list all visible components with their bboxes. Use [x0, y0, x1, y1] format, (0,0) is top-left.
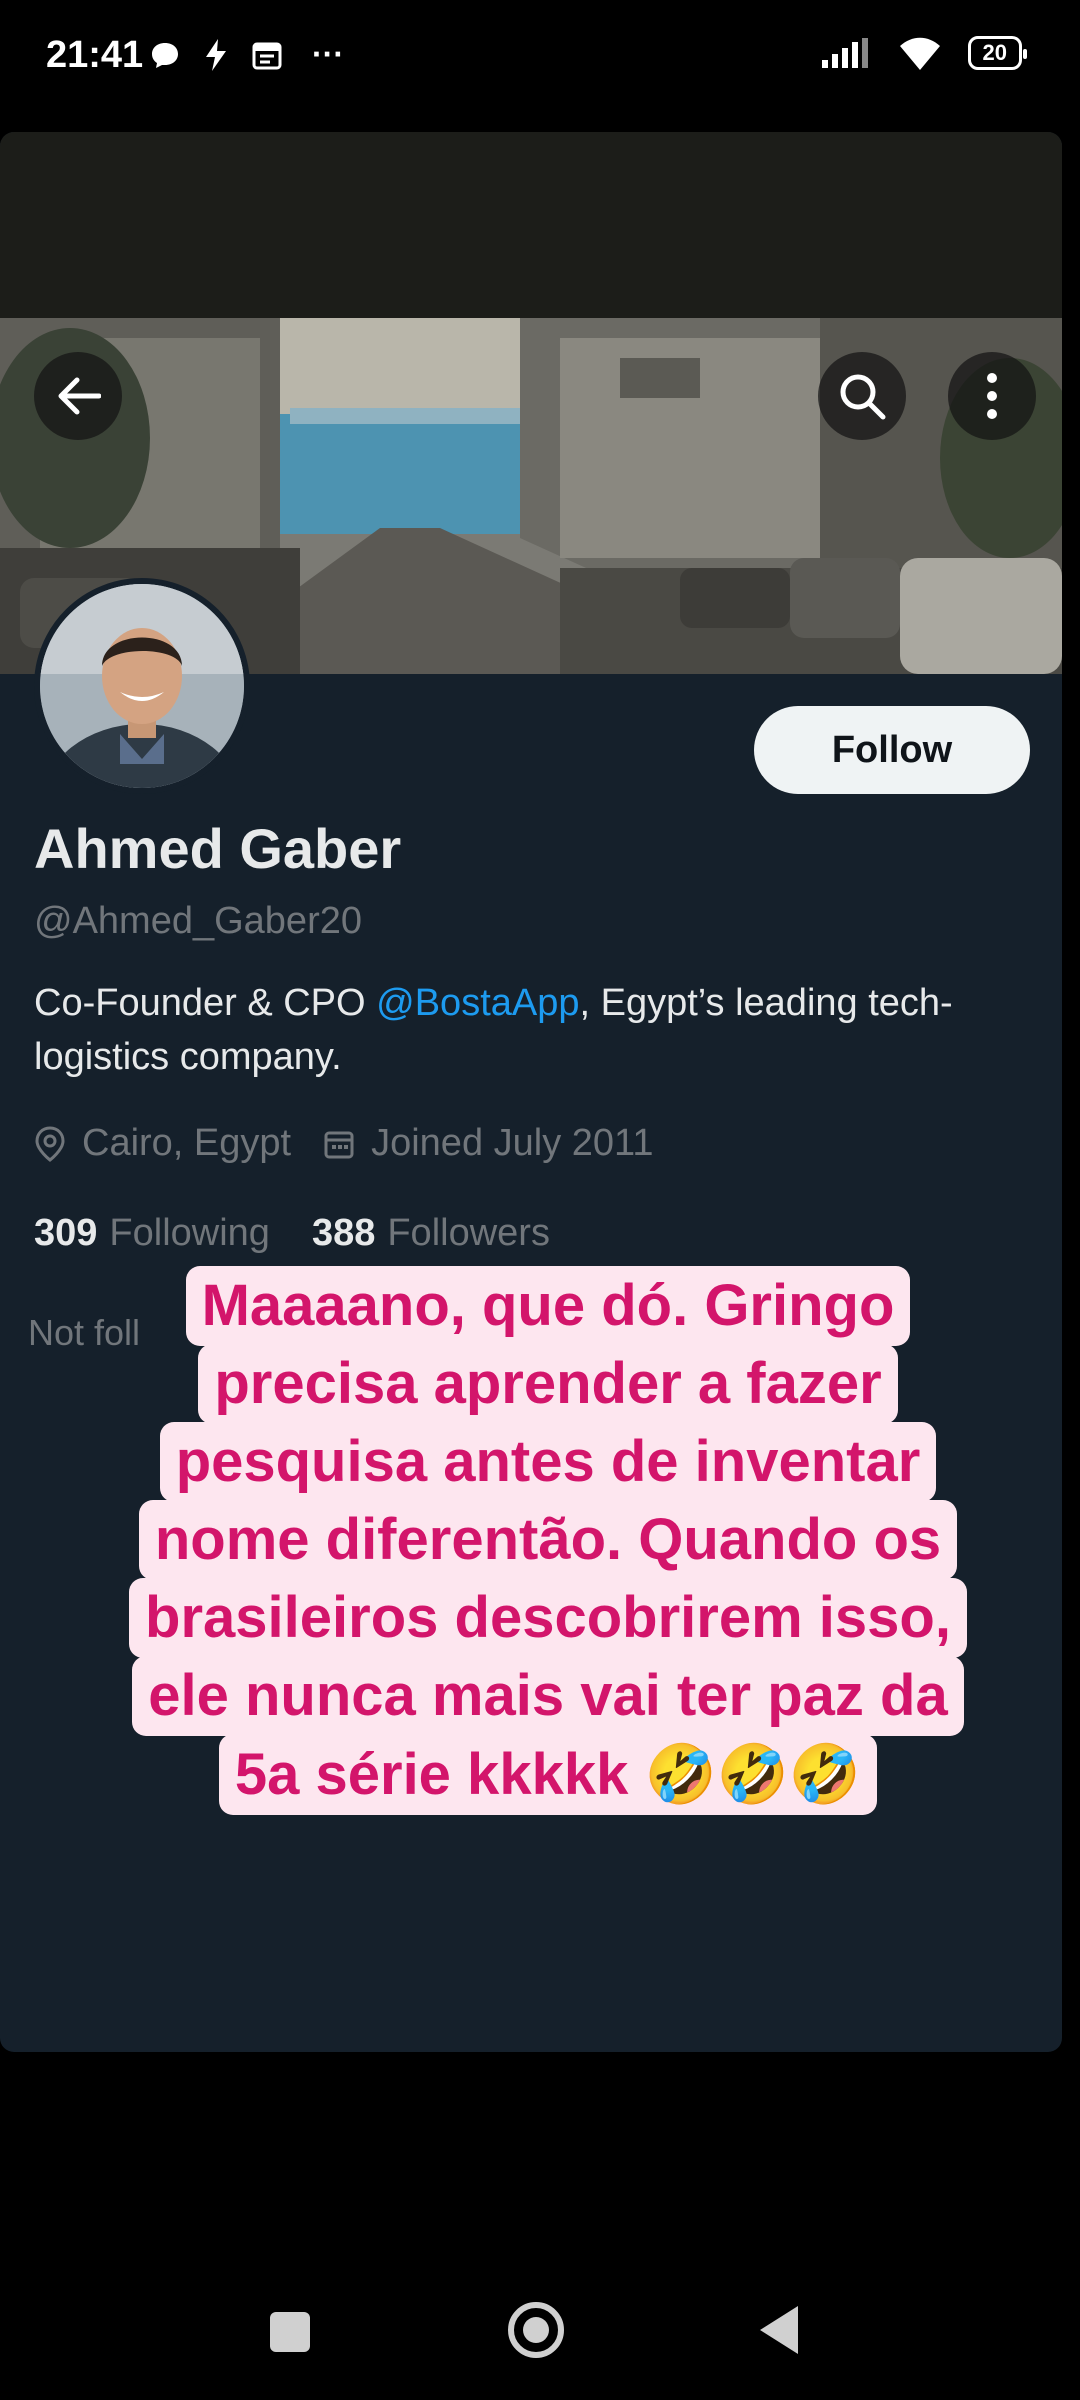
more-notifications-icon: ···: [312, 36, 344, 72]
back-arrow-icon: [58, 377, 101, 415]
following-count: 309: [34, 1212, 98, 1254]
bolt-icon: [206, 38, 226, 71]
profile-bio: Co-Founder & CPO @BostaApp, Egypt’s lead…: [34, 976, 994, 1084]
home-button[interactable]: [508, 2302, 564, 2358]
followers-count: 388: [311, 1212, 376, 1254]
wifi-icon: [899, 37, 940, 70]
caption-line-3: pesquisa antes de inventar: [159, 1422, 937, 1502]
profile-location: Cairo, Egypt: [82, 1122, 292, 1164]
follow-button[interactable]: Follow: [754, 706, 1030, 794]
bio-mention-link[interactable]: @BostaApp: [376, 982, 579, 1024]
top-bar-area: [0, 132, 1062, 318]
caption-line-6: ele nunca mais vai ter paz da: [132, 1656, 964, 1736]
signal-icon: [821, 38, 868, 68]
joined-item: Joined July 2011: [323, 1122, 653, 1165]
profile-stats: 309 Following 388 Followers: [34, 1212, 550, 1255]
followers-link[interactable]: 388 Followers: [312, 1212, 550, 1255]
following-label: Following: [109, 1212, 270, 1254]
following-link[interactable]: 309 Following: [34, 1212, 270, 1255]
more-options-button[interactable]: [948, 352, 1036, 440]
back-button[interactable]: [34, 352, 122, 440]
chat-bubble-icon: [152, 42, 178, 68]
caption-line-5: brasileiros descobrirem isso,: [129, 1578, 967, 1658]
caption-line-7-text: 5a série kkkkk: [234, 1742, 629, 1807]
recent-apps-button[interactable]: [270, 2312, 310, 2352]
more-vertical-icon: [987, 373, 997, 419]
profile-joined-date: Joined July 2011: [371, 1122, 654, 1164]
system-nav-bar: [0, 2260, 1080, 2400]
status-system-icons: 20: [821, 36, 1028, 70]
calendar-status-icon: [252, 42, 282, 69]
caption-line-2: precisa aprender a fazer: [198, 1344, 898, 1424]
avatar-photo: [40, 584, 244, 788]
back-nav-button[interactable]: [760, 2306, 798, 2354]
laughing-emoji-icon: 🤣🤣🤣: [644, 1740, 862, 1808]
caption-line-1: Maaaano, que dó. Gringo: [185, 1266, 911, 1346]
location-item: Cairo, Egypt: [34, 1122, 291, 1165]
avatar[interactable]: [34, 578, 250, 794]
caption-overlay: Maaaano, que dó. Gringo precisa aprender…: [86, 1266, 1010, 1815]
battery-icon: 20: [967, 36, 1028, 70]
calendar-icon: [323, 1128, 355, 1160]
search-button[interactable]: [818, 352, 906, 440]
caption-line-4: nome diferentão. Quando os: [138, 1500, 958, 1580]
followers-label: Followers: [387, 1212, 550, 1254]
status-time: 21:41: [46, 34, 144, 76]
bio-text-prefix: Co-Founder & CPO: [34, 982, 377, 1024]
status-notification-icons: ···: [150, 36, 344, 73]
profile-meta: Cairo, Egypt Joined July 2011: [34, 1122, 685, 1165]
caption-line-7: 5a série kkkkk 🤣🤣🤣: [218, 1734, 878, 1815]
profile-handle: @Ahmed_Gaber20: [34, 900, 362, 942]
profile-name: Ahmed Gaber: [34, 817, 402, 880]
search-icon: [840, 374, 886, 420]
status-bar: 21:41 ··· 20: [0, 0, 1080, 120]
location-pin-icon: [34, 1125, 66, 1162]
